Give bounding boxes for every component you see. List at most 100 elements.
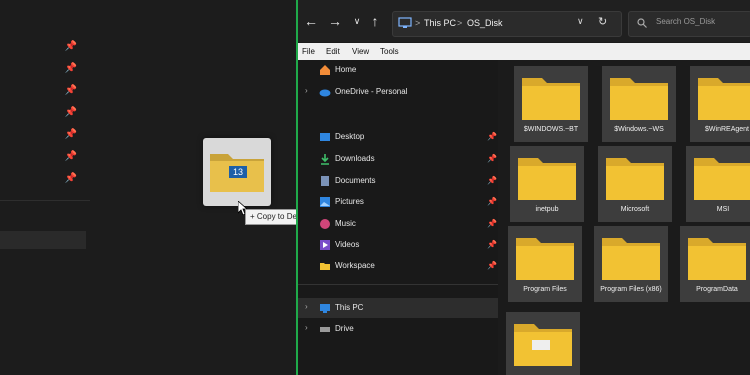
sidebar-item-label: Home [335, 65, 357, 74]
pin-icon[interactable]: 📌 [64, 106, 78, 120]
search-box[interactable]: Search OS_Disk [628, 11, 750, 37]
navigation-pane: Home › OneDrive - Personal Desktop 📌 Dow… [298, 60, 498, 375]
up-icon[interactable]: ↑ [366, 12, 384, 30]
sidebar-item-desktop[interactable]: Desktop 📌 [298, 127, 498, 147]
sidebar-item-documents[interactable]: Documents 📌 [298, 171, 498, 191]
desktop-icon [320, 133, 330, 141]
sidebar-item-label: Music [335, 219, 356, 228]
document-icon [321, 176, 329, 186]
sidebar-item-workspace[interactable]: Workspace 📌 [298, 256, 498, 276]
folder-tile[interactable]: Program Files (x86) [594, 226, 668, 302]
sidebar-item-label: OneDrive - Personal [335, 87, 408, 96]
recent-chevron-icon[interactable]: ∨ [348, 12, 366, 30]
sidebar-item-music[interactable]: Music 📌 [298, 214, 498, 234]
folder-icon [522, 78, 580, 120]
breadcrumb-os-disk[interactable]: OS_Disk [467, 16, 503, 30]
folder-tile[interactable]: MSI [686, 146, 750, 222]
menu-file[interactable]: File [302, 45, 315, 58]
folder-tile[interactable]: Microsoft [598, 146, 672, 222]
drag-preview: 13 [203, 138, 271, 206]
folder-icon [518, 158, 576, 200]
folder-name: $WinREAgent [705, 126, 749, 133]
folder-icon [320, 263, 330, 270]
back-icon[interactable]: ← [302, 12, 320, 30]
sidebar-item-drive[interactable]: › Drive [298, 319, 498, 339]
folder-icon [610, 78, 668, 120]
pin-icon[interactable]: 📌 [64, 84, 78, 98]
sidebar-item-label: Workspace [335, 261, 375, 270]
breadcrumb-separator: > [415, 18, 421, 28]
pin-icon[interactable]: 📌 [487, 219, 497, 228]
menu-bar: File Edit View Tools [298, 43, 750, 60]
pin-icon[interactable]: 📌 [487, 132, 497, 141]
pin-icon[interactable]: 📌 [487, 261, 497, 270]
folder-icon [688, 238, 746, 280]
folder-content-view: $WINDOWS.~BT $Windows.~WS $WinREAgent in… [504, 60, 750, 375]
chevron-down-icon[interactable]: ∨ [577, 16, 584, 27]
drag-count-badge: 13 [229, 166, 247, 178]
folder-tile[interactable] [506, 312, 580, 375]
sidebar-item-downloads[interactable]: Downloads 📌 [298, 149, 498, 169]
navigation-bar: ← → ∨ ↑ > This PC > OS_Disk ∨ ↻ Search O… [298, 0, 750, 42]
video-icon [320, 240, 330, 250]
chevron-right-icon[interactable]: › [305, 323, 308, 332]
selected-nav-row[interactable] [0, 231, 86, 249]
folder-name: ProgramData [696, 286, 738, 293]
folder-tile[interactable]: ProgramData [680, 226, 750, 302]
chevron-right-icon[interactable]: › [305, 302, 308, 311]
folder-tile[interactable]: inetpub [510, 146, 584, 222]
forward-icon[interactable]: → [326, 12, 344, 30]
address-bar[interactable]: > This PC > OS_Disk ∨ ↻ [392, 11, 622, 37]
refresh-icon[interactable]: ↻ [598, 15, 607, 28]
breadcrumb-this-pc[interactable]: This PC [424, 16, 456, 30]
menu-view[interactable]: View [352, 45, 369, 58]
menu-edit[interactable]: Edit [326, 45, 340, 58]
search-icon [637, 18, 647, 28]
folder-icon [694, 158, 750, 200]
folder-name: Microsoft [620, 206, 650, 213]
pin-icon[interactable]: 📌 [64, 128, 78, 142]
monitor-icon [398, 17, 412, 28]
folder-icon [514, 324, 572, 366]
sidebar-item-label: This PC [335, 303, 364, 312]
sidebar-item-label: Pictures [335, 197, 364, 206]
folder-tile[interactable]: Program Files [508, 226, 582, 302]
divider [298, 284, 498, 285]
folder-name: Program Files [523, 286, 567, 293]
folder-name: inetpub [535, 206, 559, 213]
search-input[interactable]: Search OS_Disk [656, 17, 715, 26]
file-explorer-window: ← → ∨ ↑ > This PC > OS_Disk ∨ ↻ Search O… [298, 0, 750, 375]
home-icon [320, 65, 330, 75]
pin-icon[interactable]: 📌 [64, 62, 78, 76]
cloud-icon [319, 89, 331, 97]
menu-tools[interactable]: Tools [380, 45, 399, 58]
drive-icon [320, 327, 330, 332]
pictures-icon [320, 197, 330, 207]
sidebar-item-pictures[interactable]: Pictures 📌 [298, 192, 498, 212]
sidebar-item-onedrive[interactable]: › OneDrive - Personal [298, 82, 498, 102]
download-icon [321, 154, 329, 165]
pin-icon[interactable]: 📌 [487, 240, 497, 249]
pin-icon[interactable]: 📌 [487, 154, 497, 163]
computer-icon [320, 304, 330, 313]
sidebar-item-label: Documents [335, 176, 376, 185]
sidebar-item-label: Drive [335, 324, 354, 333]
pin-icon[interactable]: 📌 [487, 197, 497, 206]
sidebar-item-this-pc[interactable]: › This PC [298, 298, 498, 318]
folder-tile[interactable]: $WinREAgent [690, 66, 750, 142]
pin-icon[interactable]: 📌 [64, 40, 78, 54]
pin-icon[interactable]: 📌 [64, 172, 78, 186]
sidebar-item-videos[interactable]: Videos 📌 [298, 235, 498, 255]
folder-icon [698, 78, 750, 120]
folder-tile[interactable]: $Windows.~WS [602, 66, 676, 142]
folder-icon [606, 158, 664, 200]
sidebar-item-label: Downloads [335, 154, 375, 163]
folder-name: MSI [716, 206, 730, 213]
music-icon [320, 219, 330, 229]
folder-name: $Windows.~WS [614, 126, 664, 133]
pin-icon[interactable]: 📌 [487, 176, 497, 185]
sidebar-item-home[interactable]: Home [298, 60, 498, 80]
chevron-right-icon[interactable]: › [305, 86, 308, 95]
folder-tile[interactable]: $WINDOWS.~BT [514, 66, 588, 142]
pin-icon[interactable]: 📌 [64, 150, 78, 164]
